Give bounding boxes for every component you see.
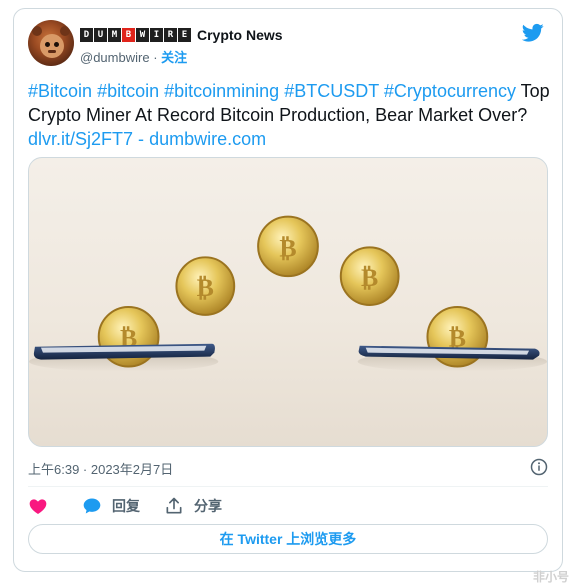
share-upload-icon bbox=[166, 497, 182, 514]
watermark: 非小号 bbox=[532, 570, 569, 584]
bitcoin-coin: ₿ bbox=[339, 246, 400, 306]
handle-row: @dumbwire · 关注 bbox=[80, 47, 187, 66]
svg-text:₿: ₿ bbox=[279, 233, 296, 263]
domain-link[interactable]: dumbwire.com bbox=[149, 129, 266, 149]
like-button[interactable] bbox=[28, 496, 58, 516]
tweet-image[interactable]: ₿ ₿ ₿ ₿ ₿ bbox=[28, 157, 548, 447]
user-handle[interactable]: @dumbwire bbox=[80, 50, 150, 65]
hashtag-link[interactable]: #bitcoin bbox=[97, 81, 159, 101]
hashtag-link[interactable]: #Cryptocurrency bbox=[384, 81, 516, 101]
heart-icon bbox=[29, 499, 47, 514]
speech-bubble-icon bbox=[83, 498, 101, 514]
twitter-bird-icon[interactable] bbox=[522, 23, 544, 43]
tweet-timestamp[interactable]: 上午6:39 · 2023年2月7日 bbox=[28, 459, 173, 478]
bitcoin-coin: ₿ bbox=[175, 256, 236, 316]
svg-text:₿: ₿ bbox=[361, 263, 378, 293]
link-separator: - bbox=[138, 129, 145, 149]
tweet-card: D U M B W I R E Crypto News @dumbwire · … bbox=[13, 8, 563, 572]
svg-text:₿: ₿ bbox=[197, 273, 214, 303]
share-label: 分享 bbox=[194, 498, 222, 514]
avatar[interactable] bbox=[28, 20, 74, 66]
info-circle-icon[interactable] bbox=[530, 458, 548, 476]
dumbwire-logo: D U M B W I R E bbox=[80, 28, 192, 42]
author-name-row[interactable]: D U M B W I R E Crypto News bbox=[80, 25, 283, 45]
view-more-on-twitter-button[interactable]: 在 Twitter 上浏览更多 bbox=[28, 524, 548, 554]
divider bbox=[28, 486, 548, 487]
hashtag-link[interactable]: #BTCUSDT bbox=[284, 81, 379, 101]
reply-label: 回复 bbox=[112, 498, 140, 514]
display-name[interactable]: Crypto News bbox=[197, 27, 283, 43]
tweet-text: #Bitcoin #bitcoin #bitcoinmining #BTCUSD… bbox=[28, 79, 550, 151]
hashtag-link[interactable]: #Bitcoin bbox=[28, 81, 92, 101]
hashtag-link[interactable]: #bitcoinmining bbox=[164, 81, 279, 101]
bitcoin-coin: ₿ bbox=[257, 215, 319, 278]
share-button[interactable]: 分享 bbox=[164, 496, 222, 516]
tweet-actions: 回复 分享 bbox=[28, 495, 246, 517]
follow-link[interactable]: 关注 bbox=[161, 50, 187, 65]
handle-separator: · bbox=[153, 50, 158, 65]
reply-button[interactable]: 回复 bbox=[82, 496, 140, 516]
short-link[interactable]: dlvr.it/Sj2FT7 bbox=[28, 129, 133, 149]
